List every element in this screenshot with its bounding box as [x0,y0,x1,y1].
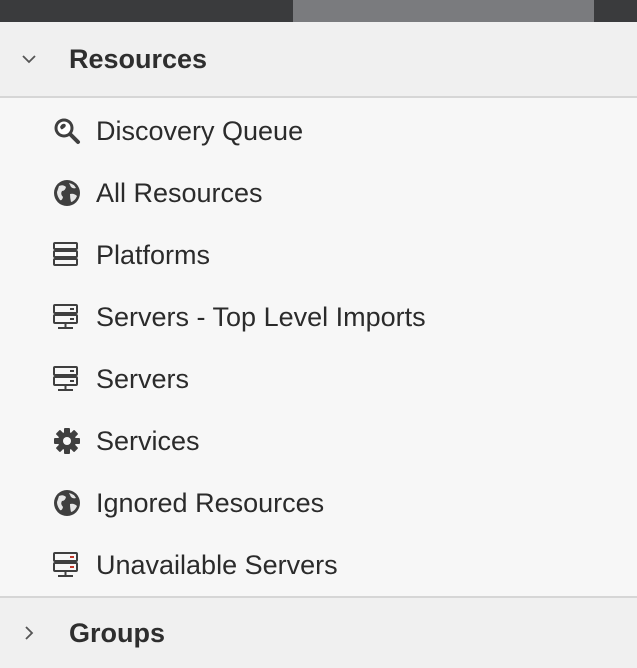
resources-section-header[interactable]: Resources [0,22,637,98]
top-bar-segment-active [293,0,594,22]
server-icon [52,297,96,337]
chevron-right-icon [22,626,36,640]
groups-section-label: Groups [69,617,166,648]
globe-icon [52,173,96,213]
nav-item-label: All Resources [96,177,263,208]
nav-item-platforms[interactable]: Platforms [0,224,637,286]
nav-item-unavailable-servers[interactable]: Unavailable Servers [0,534,637,596]
platforms-icon [52,235,96,275]
server-unavailable-icon [52,545,96,585]
groups-section-header[interactable]: Groups [0,596,637,668]
nav-item-label: Platforms [96,239,211,270]
nav-item-label: Servers [96,363,190,394]
gear-icon [52,421,96,461]
nav-item-label: Ignored Resources [96,487,325,518]
top-tab-bar [0,0,637,22]
nav-item-label: Discovery Queue [96,115,304,146]
discovery-queue-icon [52,111,96,151]
top-bar-segment [594,0,637,22]
nav-item-ignored-resources[interactable]: Ignored Resources [0,472,637,534]
globe-icon [52,483,96,523]
nav-item-servers-top-level-imports[interactable]: Servers - Top Level Imports [0,286,637,348]
nav-item-discovery-queue[interactable]: Discovery Queue [0,100,637,162]
nav-item-label: Servers - Top Level Imports [96,301,426,332]
nav-item-services[interactable]: Services [0,410,637,472]
nav-item-servers[interactable]: Servers [0,348,637,410]
nav-item-label: Unavailable Servers [96,549,338,580]
nav-item-all-resources[interactable]: All Resources [0,162,637,224]
nav-item-label: Services [96,425,200,456]
server-icon [52,359,96,399]
chevron-down-icon [22,52,36,66]
top-bar-segment [0,0,293,22]
resources-section-label: Resources [69,43,208,74]
